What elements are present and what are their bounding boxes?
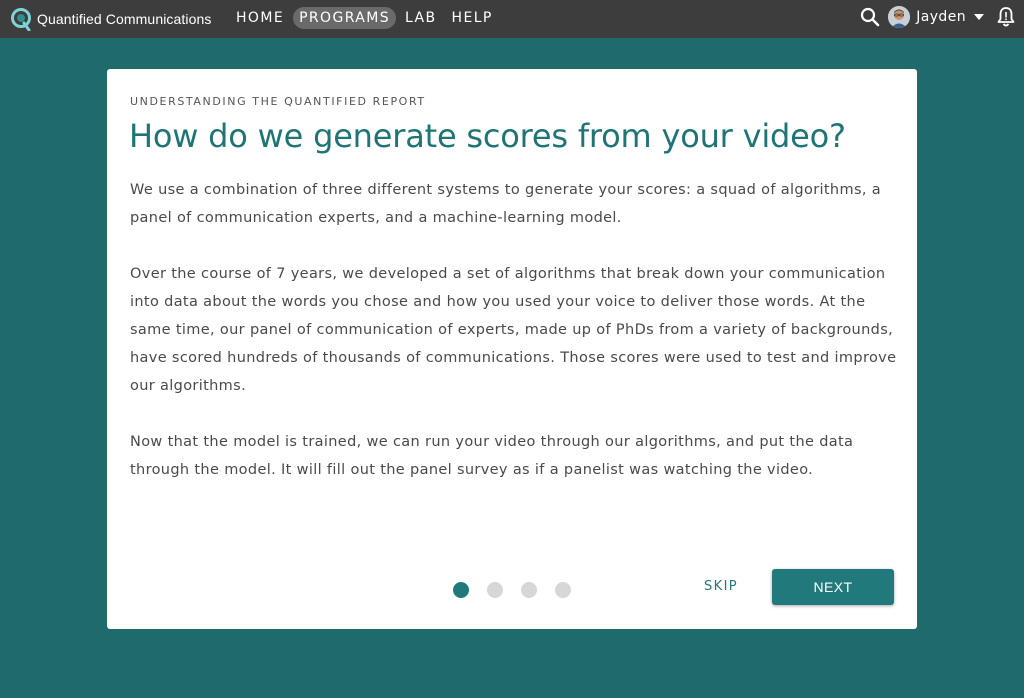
card-body: We use a combination of three different … (130, 176, 900, 512)
pager-dot-2[interactable] (487, 582, 503, 598)
card-eyebrow: UNDERSTANDING THE QUANTIFIED REPORT (130, 95, 426, 108)
body-paragraph-3: Now that the model is trained, we can ru… (130, 434, 854, 478)
user-menu[interactable]: Jayden (888, 6, 996, 28)
skip-button[interactable]: SKIP (704, 579, 738, 594)
body-paragraph-1: We use a combination of three different … (130, 182, 881, 226)
onboarding-card: UNDERSTANDING THE QUANTIFIED REPORT How … (107, 69, 917, 629)
avatar (888, 6, 911, 28)
pager-dot-3[interactable] (521, 582, 537, 598)
q-logo-icon (11, 8, 31, 31)
pager-dot-1[interactable] (453, 582, 469, 598)
pager-dots (453, 582, 589, 598)
main-nav: HOME PROGRAMS LAB HELP (230, 7, 502, 29)
caret-down-icon (974, 14, 984, 20)
body-paragraph-2: Over the course of 7 years, we developed… (130, 266, 897, 394)
brand-logo[interactable]: Quantified Communications (10, 7, 211, 31)
nav-item-programs[interactable]: PROGRAMS (293, 7, 397, 29)
nav-item-lab[interactable]: LAB (399, 7, 443, 29)
card-title: How do we generate scores from your vide… (129, 117, 846, 155)
search-icon[interactable] (860, 7, 880, 27)
pager-dot-4[interactable] (555, 582, 571, 598)
nav-item-home[interactable]: HOME (230, 7, 290, 29)
next-button[interactable]: NEXT (772, 569, 894, 605)
top-navigation-bar: Quantified Communications HOME PROGRAMS … (0, 0, 1024, 38)
brand-name: Quantified Communications (37, 11, 212, 27)
header-tools: Jayden (860, 6, 1016, 28)
bell-alert-icon[interactable] (996, 6, 1016, 28)
user-name: Jayden (916, 9, 966, 25)
nav-item-help[interactable]: HELP (446, 7, 499, 29)
